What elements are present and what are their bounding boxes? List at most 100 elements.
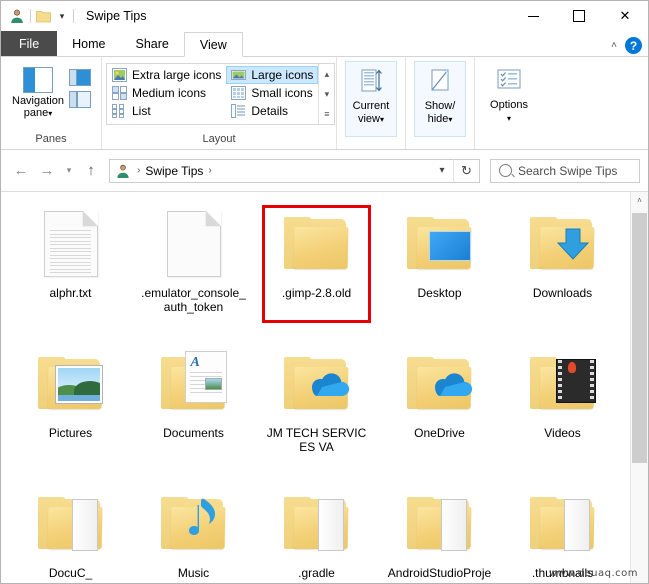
file-icon-wrap — [523, 486, 603, 562]
file-name: Downloads — [532, 286, 593, 300]
tab-share[interactable]: Share — [121, 31, 184, 56]
breadcrumb-bar[interactable]: › Swipe Tips › ▾ ↻ — [109, 158, 480, 183]
collapse-ribbon-icon[interactable]: ˄ — [611, 40, 617, 51]
show-hide-button[interactable]: Show/ hide▾ — [414, 61, 466, 137]
file-icon-wrap — [31, 206, 111, 282]
document-stack-icon — [317, 499, 344, 551]
file-item[interactable]: Pictures — [9, 340, 132, 480]
file-item[interactable]: Videos — [501, 340, 624, 480]
file-item[interactable]: A Documents — [132, 340, 255, 480]
minimize-button[interactable] — [510, 1, 556, 31]
layout-option-label: Small icons — [251, 86, 313, 100]
details-icon — [231, 104, 246, 118]
help-icon[interactable]: ? — [625, 37, 642, 54]
navigation-pane-label-line1: Navigation — [12, 95, 64, 107]
layout-option-details[interactable]: Details — [226, 102, 318, 120]
search-input[interactable]: Search Swipe Tips — [518, 164, 617, 178]
gallery-more-button[interactable]: ≡ — [324, 109, 329, 119]
layout-group-label: Layout — [202, 133, 236, 145]
title-bar: ▾ Swipe Tips ✕ — [1, 1, 648, 31]
layout-gallery-column-1: Extra large icons Medium icons List — [107, 64, 226, 124]
document-page-icon: A — [184, 351, 227, 403]
scrollbar-thumb[interactable] — [632, 213, 647, 463]
layout-option-list[interactable]: List — [107, 102, 226, 120]
current-view-group-label — [339, 137, 403, 151]
chevron-down-icon[interactable]: ▾ — [380, 115, 384, 124]
qat-divider-2 — [73, 9, 74, 23]
refresh-button[interactable]: ↻ — [453, 158, 479, 183]
file-item[interactable]: .emulator_console_auth_token — [132, 200, 255, 340]
document-stack-icon — [440, 499, 467, 551]
chevron-down-icon[interactable]: ▾ — [448, 115, 452, 124]
ribbon-group-layout: Extra large icons Medium icons List Larg… — [102, 57, 337, 149]
forward-button[interactable]: → — [35, 159, 59, 183]
chevron-down-icon[interactable]: ▾ — [48, 109, 52, 118]
user-avatar-icon[interactable] — [9, 8, 25, 24]
search-box[interactable]: Search Swipe Tips — [490, 158, 640, 183]
file-item[interactable]: Downloads — [501, 200, 624, 340]
up-button[interactable]: ↑ — [79, 159, 103, 183]
file-name: Desktop — [417, 286, 462, 300]
layout-option-medium-icons[interactable]: Medium icons — [107, 84, 226, 102]
tab-home[interactable]: Home — [57, 31, 120, 56]
file-name: AndroidStudioProjects — [387, 566, 492, 583]
recent-locations-button[interactable]: ▾ — [61, 159, 77, 183]
file-icon-wrap — [400, 486, 480, 562]
file-item[interactable]: AndroidStudioProjects — [378, 480, 501, 583]
tab-view[interactable]: View — [183, 32, 243, 57]
scroll-up-button[interactable]: ˄ — [631, 192, 648, 209]
monitor-icon — [428, 231, 471, 261]
back-button[interactable]: ← — [9, 159, 33, 183]
file-item[interactable]: Desktop — [378, 200, 501, 340]
gallery-scroll-up-button[interactable]: ▴ — [325, 69, 330, 79]
current-view-label-line1: Current — [352, 100, 390, 112]
file-item[interactable]: JM TECH SERVICES VA — [255, 340, 378, 480]
ribbon: Navigation pane▾ Panes Extra large icons… — [1, 56, 648, 150]
breadcrumb-dropdown-icon[interactable]: ▾ — [431, 160, 453, 182]
medium-icons-icon — [112, 86, 127, 100]
options-label: Options ▾ — [490, 99, 528, 125]
address-bar: ← → ▾ ↑ › Swipe Tips › ▾ ↻ Search Swipe … — [1, 150, 648, 191]
videos-folder-icon — [529, 357, 596, 411]
file-grid[interactable]: alphr.txt .emulator_console_auth_token .… — [1, 192, 630, 583]
layout-option-large-icons[interactable]: Large icons — [226, 66, 319, 84]
preview-pane-icon[interactable] — [69, 69, 91, 86]
gallery-scroll-down-button[interactable]: ▾ — [325, 89, 330, 99]
breadcrumb-separator[interactable]: › — [134, 165, 143, 176]
file-item-selected[interactable]: .gimp-2.8.old — [255, 200, 378, 340]
chevron-down-icon[interactable]: ▾ — [507, 114, 511, 123]
file-item[interactable]: alphr.txt — [9, 200, 132, 340]
tab-file[interactable]: File — [1, 31, 58, 56]
folder-icon[interactable] — [36, 10, 51, 23]
list-icon — [112, 104, 127, 118]
layout-option-extra-large-icons[interactable]: Extra large icons — [107, 66, 226, 84]
details-pane-icon[interactable] — [69, 91, 91, 108]
close-button[interactable]: ✕ — [602, 1, 648, 31]
file-name: .gradle — [298, 566, 335, 580]
maximize-button[interactable] — [556, 1, 602, 31]
panes-group-label: Panes — [35, 133, 67, 145]
file-item[interactable]: .thumbnails — [501, 480, 624, 583]
vertical-scrollbar[interactable]: ˄ — [630, 192, 648, 583]
layout-option-small-icons[interactable]: Small icons — [226, 84, 318, 102]
file-item[interactable]: .gradle — [255, 480, 378, 583]
ribbon-tabs: File Home Share View ˄ ? — [1, 31, 648, 57]
ribbon-group-panes: Navigation pane▾ Panes — [1, 57, 102, 149]
file-item[interactable]: Music — [132, 480, 255, 583]
music-folder-icon — [160, 497, 227, 551]
file-item[interactable]: OneDrive — [378, 340, 501, 480]
file-icon-wrap — [31, 486, 111, 562]
current-view-button[interactable]: Current view▾ — [345, 61, 397, 137]
options-button[interactable]: Options ▾ — [483, 61, 535, 137]
breadcrumb-item-swipe-tips[interactable]: Swipe Tips — [143, 164, 205, 178]
onedrive-folder-icon — [283, 357, 350, 411]
explorer-window: ▾ Swipe Tips ✕ File Home Share View ˄ ? — [0, 0, 649, 584]
options-icon — [493, 66, 525, 96]
documents-folder-icon: A — [160, 351, 227, 411]
file-item[interactable]: DocuC_ — [9, 480, 132, 583]
file-name: alphr.txt — [49, 286, 92, 300]
breadcrumb-separator-2[interactable]: › — [205, 165, 214, 176]
scrollbar-track[interactable] — [631, 209, 648, 583]
navigation-pane-button[interactable]: Navigation pane▾ — [7, 65, 69, 120]
chevron-down-icon[interactable]: ▾ — [56, 11, 68, 21]
